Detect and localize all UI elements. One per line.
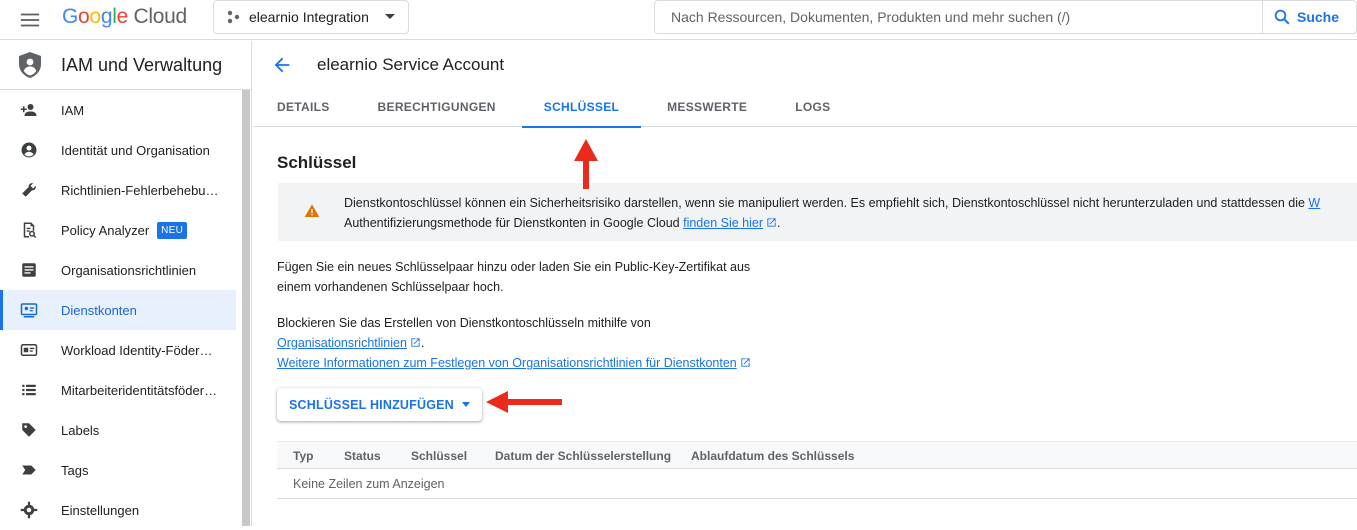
sidebar-item-iam[interactable]: IAM	[0, 90, 236, 130]
find-here-link[interactable]: finden Sie hier	[683, 216, 763, 230]
sidebar-item-workforce-identity[interactable]: Mitarbeiteridentitätsföderation	[0, 370, 236, 410]
tab-metrics[interactable]: MESSWERTE	[643, 90, 771, 127]
sidebar-item-tags[interactable]: Tags	[0, 450, 236, 490]
person-add-icon	[20, 101, 38, 119]
tag-icon	[20, 461, 38, 479]
more-info-org-policies-link[interactable]: Weitere Informationen zum Festlegen von …	[277, 356, 737, 370]
description-line-1: Fügen Sie ein neues Schlüsselpaar hinzu …	[277, 260, 751, 274]
warning-line-1: Dienstkontoschlüssel können ein Sicherhe…	[344, 196, 1309, 210]
dropdown-caret-icon	[385, 14, 395, 19]
sidebar-item-org-policies[interactable]: Organisationsrichtlinien	[0, 250, 236, 290]
block-keys-description: Blockieren Sie das Erstellen von Dienstk…	[277, 313, 751, 373]
sidebar-item-service-accounts[interactable]: Dienstkonten	[0, 290, 236, 330]
add-key-label: SCHLÜSSEL HINZUFÜGEN	[289, 397, 454, 412]
external-link-icon	[411, 338, 420, 347]
sidebar-item-policy-analyzer[interactable]: Policy Analyzer NEU	[0, 210, 236, 250]
external-link-icon	[741, 358, 750, 367]
column-header-expires[interactable]: Ablaufdatum des Schlüssels	[691, 449, 854, 463]
tab-bar: DETAILS BERECHTIGUNGEN SCHLÜSSEL MESSWER…	[253, 90, 1357, 128]
column-header-created[interactable]: Datum der Schlüsselerstellung	[495, 449, 671, 463]
description-line-2: einem vorhandenen Schlüsselpaar hoch.	[277, 280, 504, 294]
tab-permissions[interactable]: BERECHTIGUNGEN	[354, 90, 520, 127]
sidebar-item-labels[interactable]: Labels	[0, 410, 236, 450]
sidebar-header: IAM und Verwaltung	[0, 41, 251, 90]
project-name: elearnio Integration	[249, 9, 369, 25]
column-header-status[interactable]: Status	[344, 449, 381, 463]
org-policies-link[interactable]: Organisationsrichtlinien	[277, 336, 407, 350]
warning-line-2: Authentifizierungsmethode für Dienstkont…	[344, 216, 684, 230]
tab-keys[interactable]: SCHLÜSSEL	[520, 90, 643, 128]
list-icon	[20, 381, 38, 399]
sidebar-item-label: Tags	[61, 462, 89, 478]
sidebar-item-settings[interactable]: Einstellungen	[0, 490, 236, 530]
search-button-label: Suche	[1297, 9, 1340, 25]
sidebar-item-label: Policy Analyzer	[61, 222, 150, 238]
sidebar-item-label: IAM	[61, 102, 85, 118]
project-icon	[227, 10, 240, 24]
sidebar-nav: IAM Identität und Organisation Richtlini…	[0, 90, 236, 530]
warning-text: Dienstkontoschlüssel können ein Sicherhe…	[344, 193, 1320, 233]
top-bar: Google Cloud elearnio Integration Suche	[0, 0, 1357, 40]
warning-banner: Dienstkontoschlüssel können ein Sicherhe…	[278, 183, 1357, 241]
search-bar: Suche	[654, 0, 1357, 34]
block-line-1: Blockieren Sie das Erstellen von Dienstk…	[277, 316, 651, 330]
sidebar-item-label: Einstellungen	[61, 502, 140, 518]
warning-link-truncated[interactable]: W	[1308, 196, 1320, 210]
add-key-button[interactable]: SCHLÜSSEL HINZUFÜGEN	[277, 388, 482, 421]
sidebar-item-label: Workload Identity-Föderation	[61, 342, 219, 358]
sidebar-item-label: Labels	[61, 422, 100, 438]
shield-icon	[19, 52, 41, 78]
service-account-icon	[20, 301, 38, 319]
sidebar-item-label: Identität und Organisation	[61, 142, 210, 158]
section-title: Schlüssel	[277, 153, 357, 172]
annotation-arrow-left-icon	[486, 391, 562, 413]
list-alt-icon	[20, 261, 38, 279]
main-content: elearnio Service Account DETAILS BERECHT…	[253, 41, 1357, 526]
tab-logs[interactable]: LOGS	[771, 90, 854, 127]
sidebar: IAM und Verwaltung IAM Identität und Org…	[0, 41, 252, 526]
account-circle-icon	[20, 141, 38, 159]
google-cloud-logo[interactable]: Google Cloud	[62, 5, 187, 29]
sidebar-title: IAM und Verwaltung	[61, 54, 223, 75]
id-card-icon	[20, 341, 38, 359]
dropdown-caret-icon	[461, 402, 470, 407]
sidebar-item-label: Mitarbeiteridentitätsföderation	[61, 382, 219, 398]
block-line-2-end: .	[420, 336, 425, 350]
empty-table-text: Keine Zeilen zum Anzeigen	[293, 477, 445, 491]
annotation-arrow-up-icon	[574, 139, 598, 189]
policy-analyzer-icon	[20, 221, 38, 239]
search-input[interactable]	[655, 1, 1262, 33]
sidebar-item-label: Dienstkonten	[61, 302, 137, 318]
keys-table-header: Typ Status Schlüssel Datum der Schlüssel…	[277, 441, 1357, 469]
wrench-icon	[20, 181, 38, 199]
tab-details[interactable]: DETAILS	[253, 90, 354, 127]
add-key-description: Fügen Sie ein neues Schlüsselpaar hinzu …	[277, 257, 750, 297]
search-button[interactable]: Suche	[1262, 1, 1356, 33]
label-icon	[20, 421, 38, 439]
table-empty-row: Keine Zeilen zum Anzeigen	[277, 470, 1357, 499]
page-header: elearnio Service Account	[253, 41, 1357, 89]
external-link-icon	[767, 218, 776, 227]
page-title: elearnio Service Account	[317, 55, 505, 74]
sidebar-scrollbar[interactable]	[242, 90, 250, 526]
sidebar-item-troubleshooter[interactable]: Richtlinien-Fehlerbehebung	[0, 170, 236, 210]
search-icon	[1274, 9, 1290, 25]
project-picker[interactable]: elearnio Integration	[213, 0, 409, 34]
sidebar-item-label: Richtlinien-Fehlerbehebung	[61, 182, 219, 198]
settings-icon	[20, 501, 38, 519]
column-header-key[interactable]: Schlüssel	[411, 449, 467, 463]
back-arrow-icon[interactable]	[271, 54, 293, 76]
hamburger-menu-icon[interactable]	[19, 9, 41, 31]
warning-line-2-end: .	[777, 216, 781, 230]
new-badge: NEU	[157, 221, 188, 239]
sidebar-item-workload-identity[interactable]: Workload Identity-Föderation	[0, 330, 236, 370]
warning-icon	[304, 204, 320, 217]
column-header-type[interactable]: Typ	[293, 449, 313, 463]
sidebar-item-identity-organisation[interactable]: Identität und Organisation	[0, 130, 236, 170]
sidebar-item-label: Organisationsrichtlinien	[61, 262, 197, 278]
